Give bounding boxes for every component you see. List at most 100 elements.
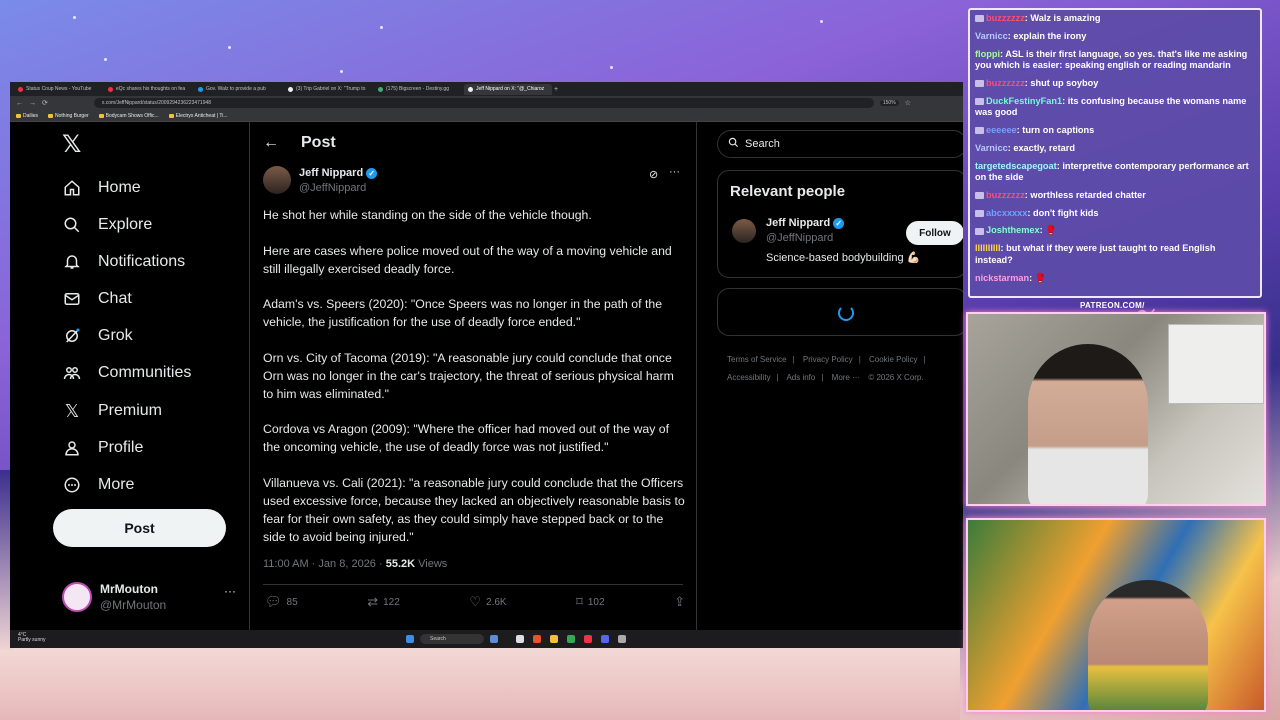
post-paragraph: Villanueva vs. Cali (2021): "a reasonabl…: [263, 475, 685, 544]
wallpaper-ground: [0, 648, 960, 720]
nav-item-profile[interactable]: Profile: [62, 438, 143, 458]
nav-item-grok[interactable]: Grok: [62, 326, 133, 346]
webcam-streamer-1: [966, 312, 1266, 506]
avatar: [62, 582, 92, 612]
taskbar-search[interactable]: Search: [420, 634, 484, 644]
chat-message: DuckFestinyFan1: its confusing because t…: [975, 95, 1247, 118]
browser-icon[interactable]: [533, 635, 541, 643]
zoom-indicator[interactable]: 150%: [879, 100, 899, 106]
nav-item-premium[interactable]: 𝕏 Premium: [62, 401, 162, 422]
post-detail: ← Post Jeff Nippard ✓ @JeffNippard ⊘ ··· …: [251, 122, 697, 630]
webcam-person: [1028, 344, 1148, 504]
x-logo-icon[interactable]: 𝕏: [62, 130, 81, 158]
new-tab-icon[interactable]: +: [554, 86, 558, 93]
app-icon[interactable]: [490, 635, 498, 643]
footer-link[interactable]: Cookie Policy: [869, 355, 917, 364]
url-input[interactable]: x.com/JeffNippard/status/200929423622347…: [93, 98, 874, 108]
search-icon: [62, 215, 82, 235]
footer-link[interactable]: Privacy Policy: [803, 355, 853, 364]
windows-taskbar: 4°C Partly sunny Search: [10, 630, 963, 648]
folder-icon[interactable]: [550, 635, 558, 643]
chat-message: abcxxxxx: don't fight kids: [975, 208, 1255, 220]
footer-link[interactable]: Terms of Service: [727, 355, 787, 364]
folder-icon: [98, 113, 104, 118]
person-name[interactable]: Jeff Nippard ✓: [766, 217, 845, 229]
footer-link[interactable]: Accessibility: [727, 373, 771, 382]
nav-item-chat[interactable]: Chat: [62, 289, 132, 309]
chat-message: Varnicc: explain the irony: [975, 30, 1087, 41]
chrome-icon[interactable]: [567, 635, 575, 643]
avatar[interactable]: [732, 219, 756, 243]
author-name[interactable]: Jeff Nippard ✓: [299, 167, 378, 179]
browser-tab[interactable]: eQc shares his thoughts on fea: [104, 84, 192, 95]
back-arrow-icon[interactable]: ←: [263, 134, 279, 152]
browser-tab[interactable]: (3) Trip Gabriel on X: "Trump to: [284, 84, 372, 95]
nav-item-more[interactable]: More: [62, 475, 134, 495]
grok-icon[interactable]: ⊘: [649, 168, 658, 181]
chat-message: Varnicc: exactly, retard: [975, 142, 1075, 153]
chat-badge-icon: [975, 209, 984, 217]
settings-icon[interactable]: [618, 635, 626, 643]
post-button[interactable]: Post: [53, 509, 226, 547]
tab-favicon-icon: [378, 86, 383, 92]
discord-icon[interactable]: [601, 635, 609, 643]
app-icon[interactable]: [584, 635, 592, 643]
post-text: He shot her while standing on the side o…: [263, 206, 687, 563]
like-button[interactable]: ♡ 2.6K: [469, 594, 506, 610]
tab-favicon-icon: [288, 86, 293, 92]
verified-badge-icon: ✓: [833, 217, 845, 229]
nav-item-home[interactable]: Home: [62, 178, 141, 198]
search-input[interactable]: Search: [717, 130, 963, 158]
left-navigation: 𝕏 Home Explore Notifications Chat Grok C…: [10, 122, 250, 630]
stream-chat-overlay: buzzzzzz: Walz is amazing Varnicc: expla…: [968, 8, 1262, 298]
people-icon: [62, 363, 82, 383]
weather-widget[interactable]: 4°C Partly sunny: [18, 633, 46, 643]
chat-message: floppi: ASL is their first language, so …: [975, 48, 1248, 71]
webcam-streamer-2: [966, 518, 1266, 712]
bookmark-item[interactable]: Bodycam Shows Offic...: [98, 113, 159, 119]
browser-tab[interactable]: (175) Bigscreen - Destiny.gg: [374, 84, 462, 95]
browser-tab[interactable]: Gov. Walz to provide a pub: [194, 84, 282, 95]
reply-button[interactable]: 💬︎ 85: [265, 594, 298, 610]
person-handle[interactable]: @JeffNippard: [766, 232, 833, 244]
nav-item-notifications[interactable]: Notifications: [62, 252, 185, 272]
reload-icon[interactable]: ⟳: [42, 99, 48, 107]
browser-tab-active[interactable]: Jeff Nippard on X: "@_Chiaroz: [464, 83, 552, 95]
repost-button[interactable]: ⇄ 122: [367, 594, 400, 610]
more-dots-icon[interactable]: ···: [669, 166, 680, 178]
footer-link[interactable]: More ···: [832, 373, 860, 382]
account-switcher[interactable]: MrMouton @MrMouton ···: [62, 580, 242, 620]
person-icon: [62, 438, 82, 458]
app-icon[interactable]: [516, 635, 524, 643]
share-button[interactable]: ⇪: [674, 594, 685, 610]
chat-badge-icon: [975, 127, 984, 135]
search-icon: [728, 137, 739, 151]
bookmark-item[interactable]: Dailies: [16, 113, 38, 119]
chat-message: IIIIIIIIII: but what if they were just t…: [975, 243, 1216, 265]
repost-icon: ⇄: [367, 594, 379, 609]
views-count: 55.2K: [385, 558, 416, 570]
bookmarks-bar: Dailies Nothing Burger Bodycam Shows Off…: [10, 110, 963, 122]
author-avatar[interactable]: [263, 166, 291, 194]
bookmark-item[interactable]: Electryx Anticheat | Ti...: [168, 113, 228, 119]
bell-icon: [62, 252, 82, 272]
more-dots-icon[interactable]: ···: [224, 584, 236, 598]
chat-badge-icon: [975, 227, 984, 235]
folder-icon: [16, 113, 21, 118]
footer-link[interactable]: Ads info: [786, 373, 815, 382]
more-circle-icon: [62, 475, 82, 495]
back-icon[interactable]: ←: [16, 100, 23, 107]
author-handle[interactable]: @JeffNippard: [299, 182, 366, 194]
windows-start-icon[interactable]: [406, 635, 414, 643]
bookmark-item[interactable]: Nothing Burger: [48, 113, 89, 119]
nav-item-explore[interactable]: Explore: [62, 215, 152, 235]
follow-button[interactable]: Follow: [906, 221, 963, 245]
chat-message: targetedscapegoat: interpretive contempo…: [975, 160, 1249, 183]
star-icon[interactable]: ☆: [905, 99, 911, 107]
browser-tab[interactable]: Status Coup News - YouTube: [14, 84, 102, 95]
forward-icon[interactable]: →: [29, 100, 36, 107]
nav-item-communities[interactable]: Communities: [62, 363, 191, 383]
bookmark-button[interactable]: ⌑ 102: [576, 594, 604, 610]
section-title: Relevant people: [730, 183, 846, 200]
person-bio: Science-based bodybuilding 💪🏻: [766, 252, 921, 264]
